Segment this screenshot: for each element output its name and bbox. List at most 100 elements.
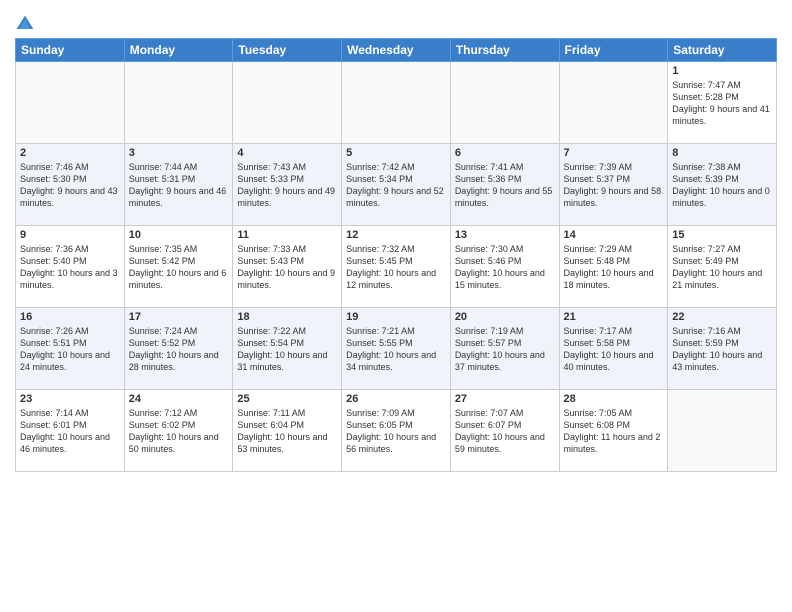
page-container: SundayMondayTuesdayWednesdayThursdayFrid… (0, 0, 792, 477)
day-info: Sunrise: 7:22 AM Sunset: 5:54 PM Dayligh… (237, 325, 337, 374)
day-header-tuesday: Tuesday (233, 39, 342, 62)
calendar-day: 21 Sunrise: 7:17 AM Sunset: 5:58 PM Dayli… (559, 308, 668, 390)
calendar-day: 12Sunrise: 7:32 AM Sunset: 5:45 PM Dayli… (342, 226, 451, 308)
calendar-day (16, 62, 125, 144)
calendar-day: 9Sunrise: 7:36 AM Sunset: 5:40 PM Daylig… (16, 226, 125, 308)
calendar-week-4: 16 Sunrise: 7:26 AM Sunset: 5:51 PM Dayli… (16, 308, 777, 390)
calendar-day (450, 62, 559, 144)
day-number: 28 (564, 393, 664, 405)
calendar-day: 6 Sunrise: 7:41 AM Sunset: 5:36 PM Daylig… (450, 144, 559, 226)
calendar-day (124, 62, 233, 144)
day-number: 3 (129, 147, 229, 159)
day-number: 23 (20, 393, 120, 405)
calendar-day: 23 Sunrise: 7:14 AM Sunset: 6:01 PM Dayli… (16, 390, 125, 472)
calendar-day (233, 62, 342, 144)
day-header-thursday: Thursday (450, 39, 559, 62)
calendar-day: 13 Sunrise: 7:30 AM Sunset: 5:46 PM Dayli… (450, 226, 559, 308)
calendar-day (342, 62, 451, 144)
day-number: 12 (346, 229, 446, 241)
day-info: Sunrise: 7:11 AM Sunset: 6:04 PM Dayligh… (237, 407, 337, 456)
logo (15, 14, 37, 34)
calendar-header-row: SundayMondayTuesdayWednesdayThursdayFrid… (16, 39, 777, 62)
day-info: Sunrise: 7:39 AM Sunset: 5:37 PM Dayligh… (564, 161, 664, 210)
day-info: Sunrise: 7:42 AM Sunset: 5:34 PM Dayligh… (346, 161, 446, 210)
day-info: Sunrise: 7:16 AM Sunset: 5:59 PM Dayligh… (672, 325, 772, 374)
day-number: 13 (455, 229, 555, 241)
calendar-day: 28 Sunrise: 7:05 AM Sunset: 6:08 PM Dayli… (559, 390, 668, 472)
header (15, 10, 777, 34)
calendar-day: 26 Sunrise: 7:09 AM Sunset: 6:05 PM Dayli… (342, 390, 451, 472)
calendar: SundayMondayTuesdayWednesdayThursdayFrid… (15, 38, 777, 472)
day-info: Sunrise: 7:47 AM Sunset: 5:28 PM Dayligh… (672, 79, 772, 128)
day-number: 4 (237, 147, 337, 159)
calendar-day: 3 Sunrise: 7:44 AM Sunset: 5:31 PM Daylig… (124, 144, 233, 226)
day-header-saturday: Saturday (668, 39, 777, 62)
day-number: 19 (346, 311, 446, 323)
calendar-day: 8 Sunrise: 7:38 AM Sunset: 5:39 PM Daylig… (668, 144, 777, 226)
calendar-day: 25Sunrise: 7:11 AM Sunset: 6:04 PM Dayli… (233, 390, 342, 472)
calendar-day: 11 Sunrise: 7:33 AM Sunset: 5:43 PM Dayli… (233, 226, 342, 308)
calendar-day: 16 Sunrise: 7:26 AM Sunset: 5:51 PM Dayli… (16, 308, 125, 390)
day-info: Sunrise: 7:46 AM Sunset: 5:30 PM Dayligh… (20, 161, 120, 210)
day-number: 1 (672, 65, 772, 77)
day-number: 18 (237, 311, 337, 323)
day-info: Sunrise: 7:38 AM Sunset: 5:39 PM Dayligh… (672, 161, 772, 210)
day-info: Sunrise: 7:12 AM Sunset: 6:02 PM Dayligh… (129, 407, 229, 456)
day-info: Sunrise: 7:33 AM Sunset: 5:43 PM Dayligh… (237, 243, 337, 292)
day-number: 8 (672, 147, 772, 159)
day-info: Sunrise: 7:21 AM Sunset: 5:55 PM Dayligh… (346, 325, 446, 374)
day-info: Sunrise: 7:05 AM Sunset: 6:08 PM Dayligh… (564, 407, 664, 456)
calendar-day (559, 62, 668, 144)
calendar-day: 4 Sunrise: 7:43 AM Sunset: 5:33 PM Daylig… (233, 144, 342, 226)
day-number: 7 (564, 147, 664, 159)
day-number: 26 (346, 393, 446, 405)
day-info: Sunrise: 7:24 AM Sunset: 5:52 PM Dayligh… (129, 325, 229, 374)
day-number: 9 (20, 229, 120, 241)
day-number: 24 (129, 393, 229, 405)
day-number: 2 (20, 147, 120, 159)
day-number: 27 (455, 393, 555, 405)
day-number: 16 (20, 311, 120, 323)
calendar-week-1: 1 Sunrise: 7:47 AM Sunset: 5:28 PM Daylig… (16, 62, 777, 144)
day-header-monday: Monday (124, 39, 233, 62)
day-info: Sunrise: 7:44 AM Sunset: 5:31 PM Dayligh… (129, 161, 229, 210)
day-number: 6 (455, 147, 555, 159)
calendar-day: 14Sunrise: 7:29 AM Sunset: 5:48 PM Dayli… (559, 226, 668, 308)
day-number: 20 (455, 311, 555, 323)
calendar-day: 2 Sunrise: 7:46 AM Sunset: 5:30 PM Daylig… (16, 144, 125, 226)
day-info: Sunrise: 7:07 AM Sunset: 6:07 PM Dayligh… (455, 407, 555, 456)
day-info: Sunrise: 7:26 AM Sunset: 5:51 PM Dayligh… (20, 325, 120, 374)
day-info: Sunrise: 7:30 AM Sunset: 5:46 PM Dayligh… (455, 243, 555, 292)
day-info: Sunrise: 7:35 AM Sunset: 5:42 PM Dayligh… (129, 243, 229, 292)
day-number: 15 (672, 229, 772, 241)
day-header-wednesday: Wednesday (342, 39, 451, 62)
calendar-day: 7 Sunrise: 7:39 AM Sunset: 5:37 PM Daylig… (559, 144, 668, 226)
calendar-day: 17Sunrise: 7:24 AM Sunset: 5:52 PM Dayli… (124, 308, 233, 390)
calendar-day: 15 Sunrise: 7:27 AM Sunset: 5:49 PM Dayli… (668, 226, 777, 308)
day-header-friday: Friday (559, 39, 668, 62)
calendar-day: 5 Sunrise: 7:42 AM Sunset: 5:34 PM Daylig… (342, 144, 451, 226)
calendar-day: 22 Sunrise: 7:16 AM Sunset: 5:59 PM Dayli… (668, 308, 777, 390)
day-number: 11 (237, 229, 337, 241)
logo-icon (15, 14, 35, 34)
day-info: Sunrise: 7:09 AM Sunset: 6:05 PM Dayligh… (346, 407, 446, 456)
calendar-day: 10 Sunrise: 7:35 AM Sunset: 5:42 PM Dayli… (124, 226, 233, 308)
day-number: 21 (564, 311, 664, 323)
calendar-week-3: 9Sunrise: 7:36 AM Sunset: 5:40 PM Daylig… (16, 226, 777, 308)
calendar-day (668, 390, 777, 472)
calendar-day: 24 Sunrise: 7:12 AM Sunset: 6:02 PM Dayli… (124, 390, 233, 472)
calendar-day: 20Sunrise: 7:19 AM Sunset: 5:57 PM Dayli… (450, 308, 559, 390)
day-info: Sunrise: 7:41 AM Sunset: 5:36 PM Dayligh… (455, 161, 555, 210)
day-info: Sunrise: 7:14 AM Sunset: 6:01 PM Dayligh… (20, 407, 120, 456)
day-header-sunday: Sunday (16, 39, 125, 62)
day-number: 10 (129, 229, 229, 241)
day-info: Sunrise: 7:29 AM Sunset: 5:48 PM Dayligh… (564, 243, 664, 292)
calendar-day: 27 Sunrise: 7:07 AM Sunset: 6:07 PM Dayli… (450, 390, 559, 472)
day-info: Sunrise: 7:43 AM Sunset: 5:33 PM Dayligh… (237, 161, 337, 210)
day-number: 22 (672, 311, 772, 323)
day-info: Sunrise: 7:27 AM Sunset: 5:49 PM Dayligh… (672, 243, 772, 292)
day-number: 5 (346, 147, 446, 159)
calendar-week-5: 23 Sunrise: 7:14 AM Sunset: 6:01 PM Dayli… (16, 390, 777, 472)
day-info: Sunrise: 7:17 AM Sunset: 5:58 PM Dayligh… (564, 325, 664, 374)
calendar-week-2: 2 Sunrise: 7:46 AM Sunset: 5:30 PM Daylig… (16, 144, 777, 226)
